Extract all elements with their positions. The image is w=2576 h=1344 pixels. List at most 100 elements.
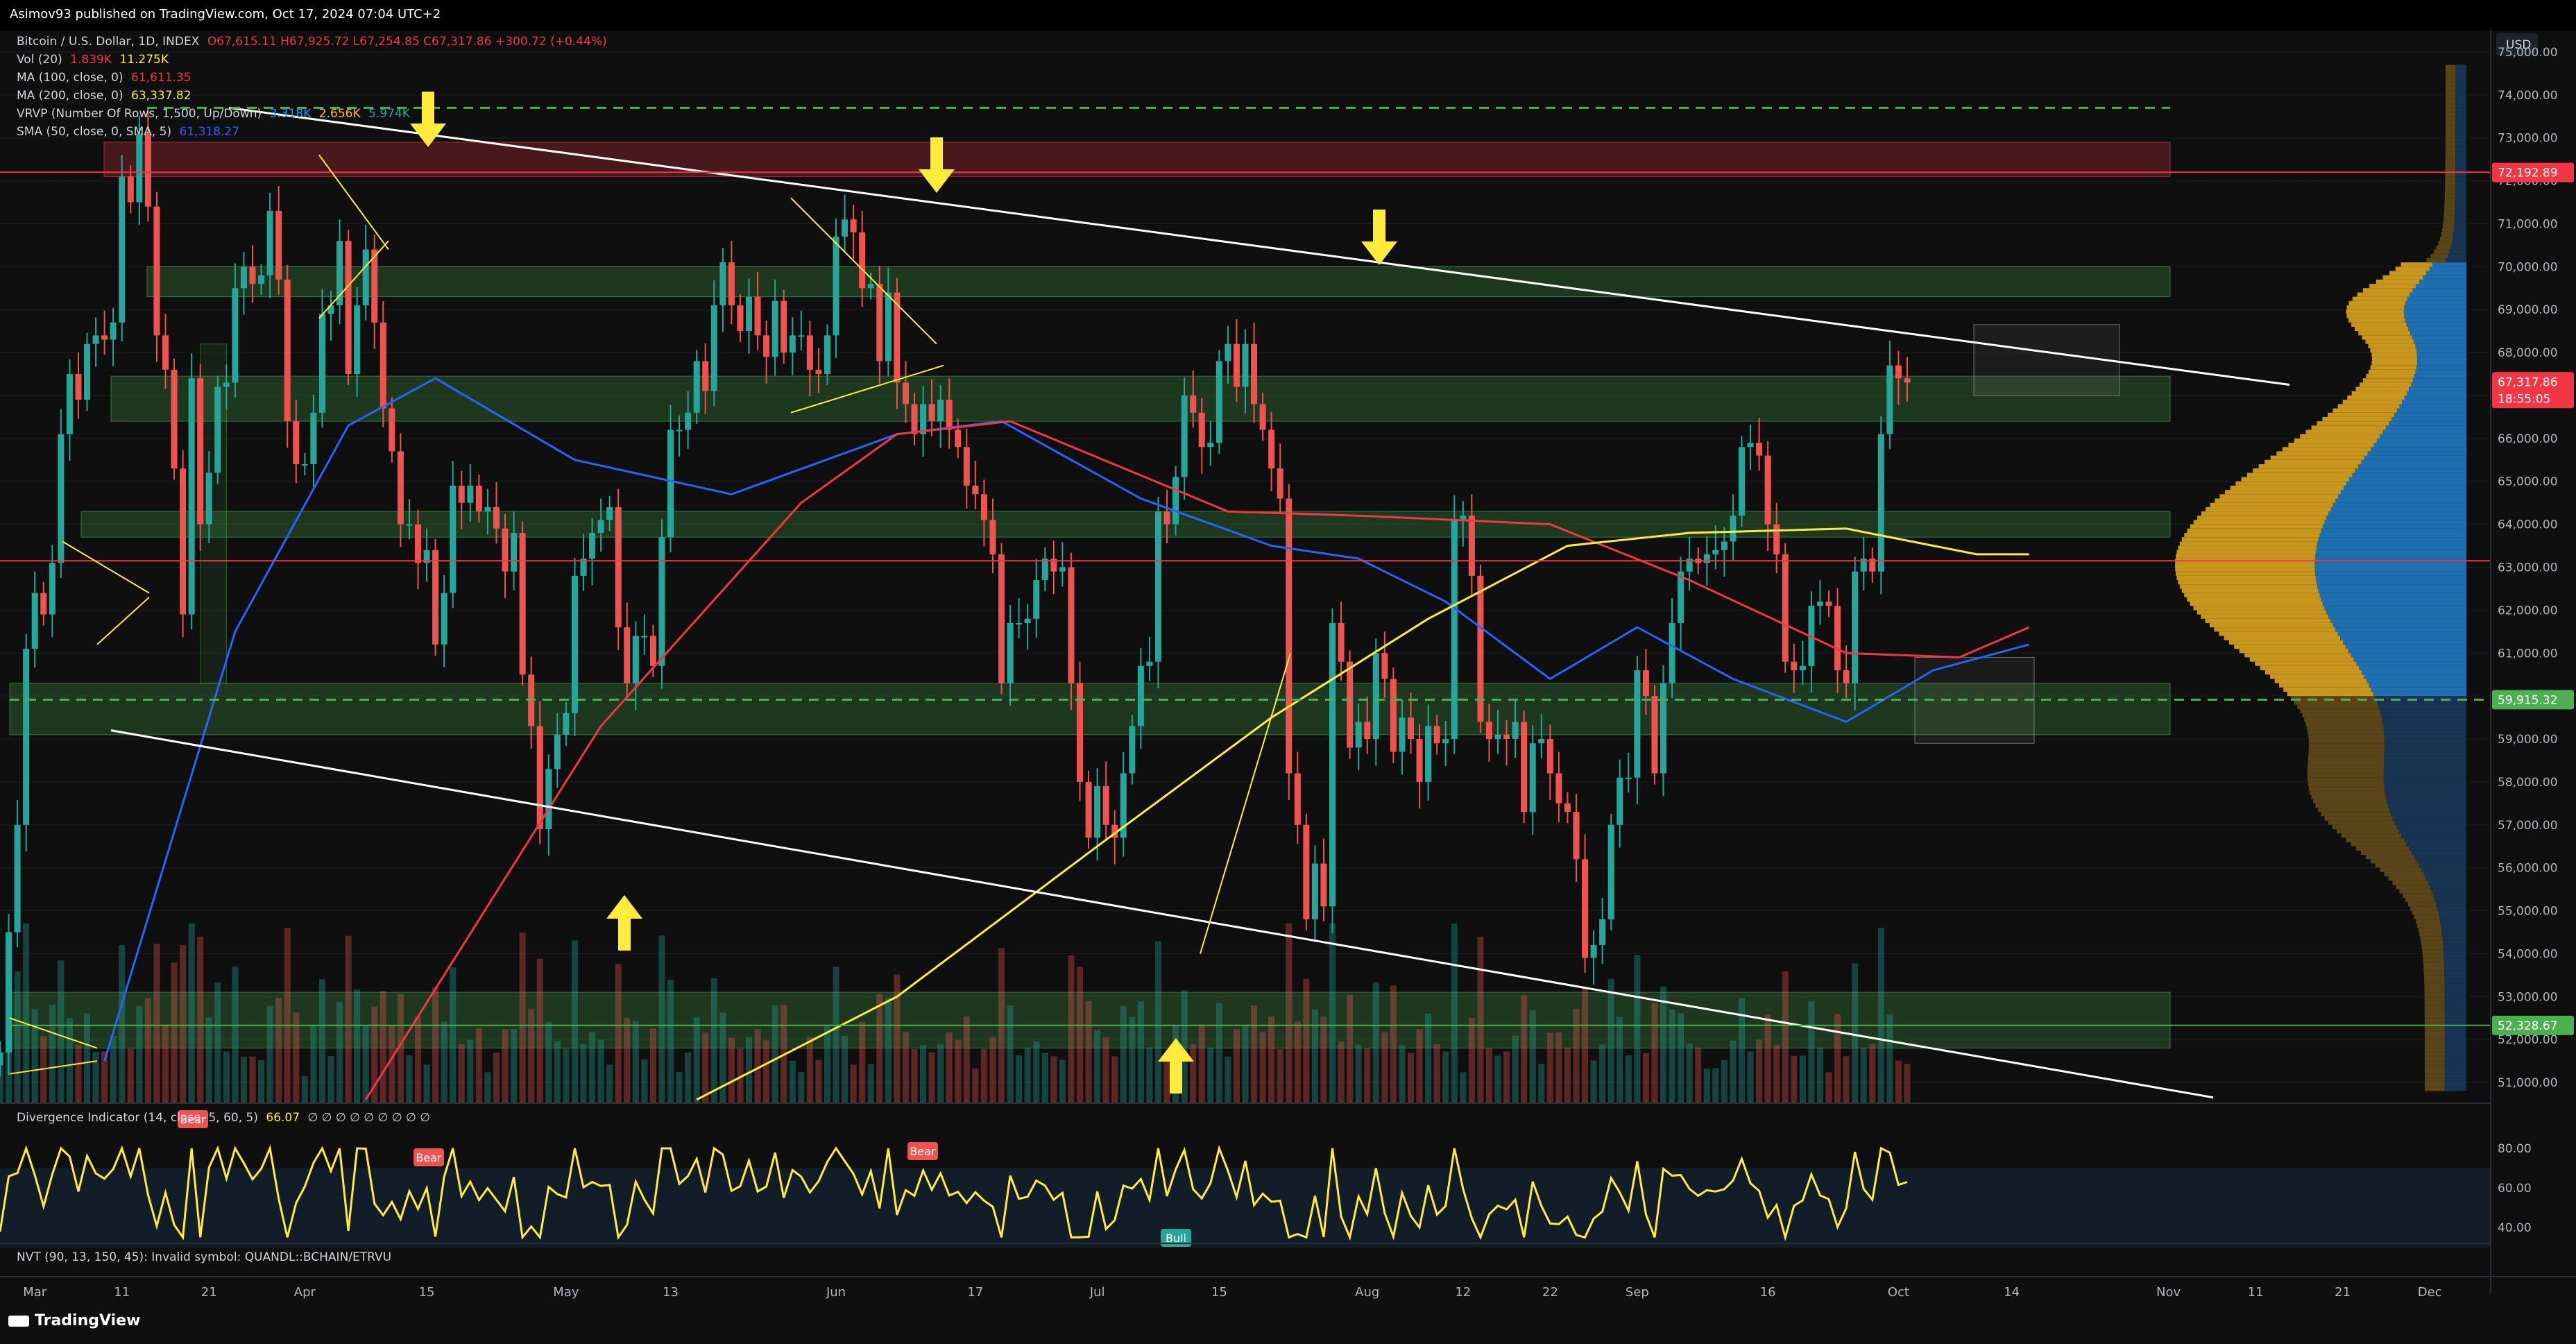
volume-profile-bar <box>2416 365 2466 370</box>
volume-profile-bar <box>2308 777 2384 782</box>
volume-profile-bar <box>2322 602 2466 606</box>
candle-body <box>23 649 30 825</box>
volume-profile-bar <box>2443 958 2466 962</box>
volume-profile-bar <box>2424 1001 2445 1005</box>
volume-bar <box>1651 1003 1658 1104</box>
volume-bar <box>554 1041 561 1104</box>
volume-profile-bar <box>2332 824 2397 829</box>
candle-body <box>685 412 692 430</box>
volume-profile-bar <box>2424 1030 2445 1035</box>
volume-bar <box>1137 1001 1144 1104</box>
volume-profile-bar <box>2406 391 2466 395</box>
volume-profile-bar <box>2351 391 2407 395</box>
volume-profile-bar <box>2433 893 2466 898</box>
volume-bar <box>536 958 543 1104</box>
candle-body <box>1791 661 1798 671</box>
candle-body <box>937 400 944 422</box>
volume-profile-bar <box>2412 288 2466 293</box>
volume-profile-bar <box>2308 743 2385 748</box>
volume-bar <box>972 1068 979 1104</box>
volume-profile-bar <box>2311 794 2386 799</box>
volume-profile-bar <box>2455 69 2466 74</box>
volume-profile-bar <box>2375 863 2419 868</box>
volume-bar <box>850 1064 857 1104</box>
volume-profile-bar <box>2371 357 2418 361</box>
candle-body <box>1590 945 1597 958</box>
volume-bar <box>1442 1051 1449 1104</box>
volume-profile-bar <box>2396 885 2430 890</box>
time-tick: 14 <box>2004 1285 2020 1300</box>
volume-profile-bar <box>2437 906 2466 911</box>
legend-volume-name: Vol (20) <box>17 53 62 67</box>
volume-bar <box>876 994 883 1104</box>
volume-profile-bar <box>2332 408 2397 413</box>
volume-profile-bar <box>2444 1069 2466 1074</box>
volume-profile-bar <box>2371 361 2417 366</box>
volume-profile-bar <box>2366 679 2466 683</box>
volume-profile-bar <box>2308 756 2385 760</box>
legend-ohlc: O67,615.11 H67,925.72 L67,254.85 C67,317… <box>207 35 607 49</box>
volume-profile-bar <box>2324 606 2466 611</box>
volume-profile-bar <box>2443 223 2455 228</box>
volume-profile-bar <box>2421 867 2466 872</box>
legend-volume-value: 1.839K <box>70 53 112 67</box>
volume-profile-bar <box>2444 975 2466 980</box>
candle-body <box>1503 734 1510 740</box>
candle-body <box>1468 516 1475 576</box>
time-tick: 16 <box>1760 1285 1776 1300</box>
volume-profile-bar <box>2416 348 2466 353</box>
volume-profile-bar <box>2176 575 2316 581</box>
volume-profile-bar <box>2328 614 2466 619</box>
volume-profile-bar <box>2378 704 2466 709</box>
price-tick: 57,000.00 <box>2498 819 2558 833</box>
volume-profile-bar <box>2380 708 2466 713</box>
volume-bar <box>1886 1014 1893 1104</box>
volume-profile-bar <box>2445 116 2456 121</box>
volume-bar <box>197 937 204 1104</box>
candle-body <box>1207 443 1214 448</box>
volume-profile-bar <box>2318 537 2466 542</box>
volume-profile-bar <box>2380 713 2466 718</box>
volume-profile-bar <box>2246 473 2353 477</box>
volume-profile-bar <box>2445 103 2456 108</box>
volume-profile-bar <box>2391 416 2466 422</box>
time-tick: 21 <box>2335 1285 2351 1300</box>
price-chart[interactable]: BearBear BearBull USD51,000.0052,000.0053… <box>0 0 2576 1344</box>
volume-profile-bar <box>2206 507 2331 512</box>
volume-bar <box>519 932 526 1104</box>
volume-profile-bar <box>2445 112 2456 117</box>
volume-bar <box>1756 1039 1763 1104</box>
volume-profile-bar <box>2424 1014 2445 1019</box>
volume-profile-bar <box>2445 65 2456 69</box>
volume-profile-bar <box>2310 790 2385 795</box>
volume-profile-bar <box>2439 915 2466 919</box>
volume-profile-bar <box>2315 803 2388 808</box>
volume-profile-bar <box>2382 429 2466 434</box>
candle-body <box>1764 455 1771 525</box>
arrow-shaft <box>422 92 434 124</box>
candle-body <box>1137 665 1144 726</box>
volume-profile-bar <box>2443 219 2455 224</box>
volume-profile-bar <box>2424 1065 2445 1070</box>
volume-profile-bar <box>2341 490 2466 495</box>
volume-profile-bar <box>2455 151 2466 155</box>
candle-body <box>763 335 770 357</box>
volume-profile-bar <box>2235 481 2347 486</box>
volume-profile-bar <box>2187 597 2321 602</box>
volume-profile-bar <box>2445 73 2456 78</box>
volume-profile-bar <box>2424 1044 2445 1048</box>
volume-profile-bar <box>2444 1052 2466 1057</box>
volume-profile-bar <box>2423 966 2444 971</box>
volume-bar <box>153 944 160 1104</box>
volume-profile-bar <box>2455 116 2466 121</box>
candle-body <box>771 300 778 357</box>
volume-bar <box>571 940 578 1104</box>
volume-bar <box>1372 982 1379 1104</box>
candle-body <box>1564 803 1571 813</box>
time-tick: 21 <box>201 1285 217 1300</box>
volume-profile-bar <box>2455 180 2466 185</box>
candle-body <box>110 322 117 340</box>
candle-body <box>1433 726 1440 744</box>
volume-profile-bar <box>2371 859 2417 864</box>
volume-profile-bar <box>2424 975 2445 980</box>
